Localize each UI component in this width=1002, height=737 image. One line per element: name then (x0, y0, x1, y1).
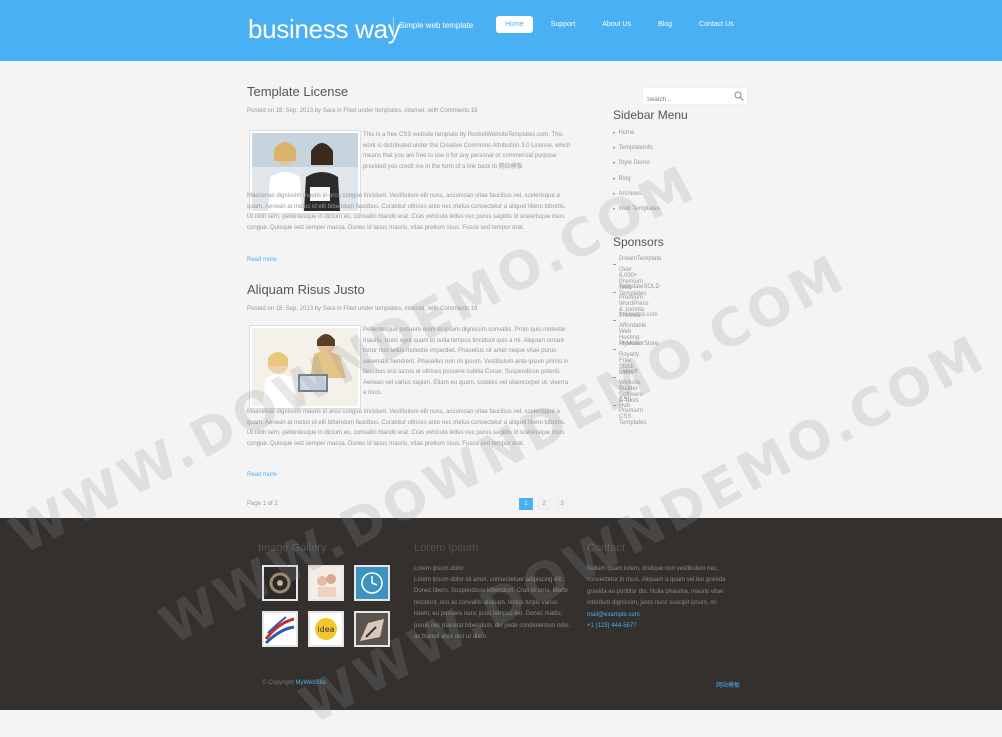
sidebar-item-style-demo[interactable]: Style Demo (613, 156, 660, 171)
sidebar-menu-title: Sidebar Menu (613, 108, 688, 122)
read-more-link[interactable]: Read more (247, 257, 277, 263)
copyright-text: © Copyright (262, 680, 294, 686)
pagination: Page 1 of 2 1 2 3 (247, 498, 573, 512)
post-image (249, 325, 361, 409)
search-box (642, 87, 748, 108)
lorem-text: Lorem ipsum dolor sit amet, consectetuer… (414, 577, 571, 641)
sponsor-desc: Premium CSS Templates (619, 407, 647, 426)
post-excerpt: This is a free CSS website template by R… (363, 132, 571, 170)
search-icon[interactable] (734, 91, 744, 101)
sidebar-item-home[interactable]: Home (613, 126, 660, 141)
svg-text:idea: idea (317, 625, 334, 634)
sponsor-name[interactable]: ImHosted.com (619, 312, 658, 318)
nav-blog[interactable]: Blog (649, 16, 681, 33)
nav-support[interactable]: Support (542, 16, 585, 33)
gallery-thumb[interactable] (354, 611, 390, 647)
gallery-thumb[interactable] (354, 565, 390, 601)
gallery-thumb[interactable] (308, 565, 344, 601)
gallery-thumb[interactable] (262, 565, 298, 601)
post-body: Maecenas dignissim mauris in arcu congue… (247, 409, 566, 447)
nav-home[interactable]: Home (496, 16, 533, 33)
gallery-title: Image Gallery (258, 542, 327, 554)
sponsor-name[interactable]: DreamTemplate (619, 256, 661, 262)
page-button[interactable]: 1 (519, 498, 533, 510)
footer: Image Gallery idea Lorem Ipsum Lorem ips… (0, 518, 1002, 710)
logo-divider (393, 17, 394, 41)
blog-post: Aliquam Risus Justo Posted on 18. Sep, 2… (247, 282, 573, 482)
sponsor-desc: Over 6,000+ Premium Web Templates (619, 267, 647, 297)
pagination-label: Page 1 of 2 (247, 501, 278, 507)
site-tagline: Simple web template (399, 21, 474, 30)
page-button[interactable]: 3 (555, 498, 569, 510)
lorem-title: Lorem Ipsum (414, 542, 479, 554)
contact-text: Nullam quam lorem, tristique non vestibu… (587, 564, 727, 632)
sidebar-menu: Home TemplateInfo Style Demo Blog Archiv… (613, 126, 660, 217)
gallery-thumb[interactable]: idea (308, 611, 344, 647)
page-button[interactable]: 2 (537, 498, 551, 510)
post-meta: Posted on 18. Sep, 2013 by Sara in Filed… (247, 108, 478, 114)
sponsors-title: Sponsors (613, 235, 664, 249)
nav-contact-us[interactable]: Contact Us (690, 16, 743, 33)
sidebar-item-templateinfo[interactable]: TemplateInfo (613, 141, 660, 156)
main-nav: Home Support About Us Blog Contact Us (496, 16, 752, 33)
header: business way Simple web template Home Su… (0, 0, 1002, 61)
site-logo[interactable]: business way (248, 14, 401, 45)
sidebar-item-web-templates[interactable]: Web Templates (613, 202, 660, 217)
copyright-link[interactable]: MyWebSite (295, 680, 326, 686)
lorem-intro: Lorem ipsum dolor (414, 566, 464, 572)
sponsor-name[interactable]: MyVectorStore (619, 341, 658, 347)
footer-right-link[interactable]: 网站模板 (716, 680, 740, 689)
contact-description: Nullam quam lorem, tristique non vestibu… (587, 566, 726, 607)
sidebar-item-blog[interactable]: Blog (613, 172, 660, 187)
read-more-link[interactable]: Read more (247, 472, 277, 478)
post-title[interactable]: Template License (247, 84, 573, 99)
copyright: © Copyright MyWebSite (262, 680, 326, 686)
nav-about-us[interactable]: About Us (593, 16, 640, 33)
sponsor-name[interactable]: Evrsoft (619, 369, 638, 375)
post-body: Maecenas dignissim mauris in arcu congue… (247, 193, 566, 231)
post-meta: Posted on 18. Sep, 2013 by Sara in Filed… (247, 306, 478, 312)
gallery-thumb[interactable] (262, 611, 298, 647)
post-excerpt: Pellentesque posuere enim et ipsum digni… (363, 327, 569, 396)
search-input[interactable] (643, 92, 729, 108)
page-links: 1 2 3 (519, 498, 569, 510)
contact-email[interactable]: mail@example.com (587, 612, 640, 618)
contact-phone[interactable]: +1 (123) 444-5677 (587, 623, 637, 629)
sponsor-name[interactable]: TemplateSOLD (619, 284, 660, 290)
contact-title: Contact (587, 542, 625, 554)
post-title[interactable]: Aliquam Risus Justo (247, 282, 573, 297)
blog-post: Template License Posted on 18. Sep, 2013… (247, 84, 573, 274)
main-content: Template License Posted on 18. Sep, 2013… (247, 80, 573, 482)
sidebar-item-archives[interactable]: Archives (613, 187, 660, 202)
